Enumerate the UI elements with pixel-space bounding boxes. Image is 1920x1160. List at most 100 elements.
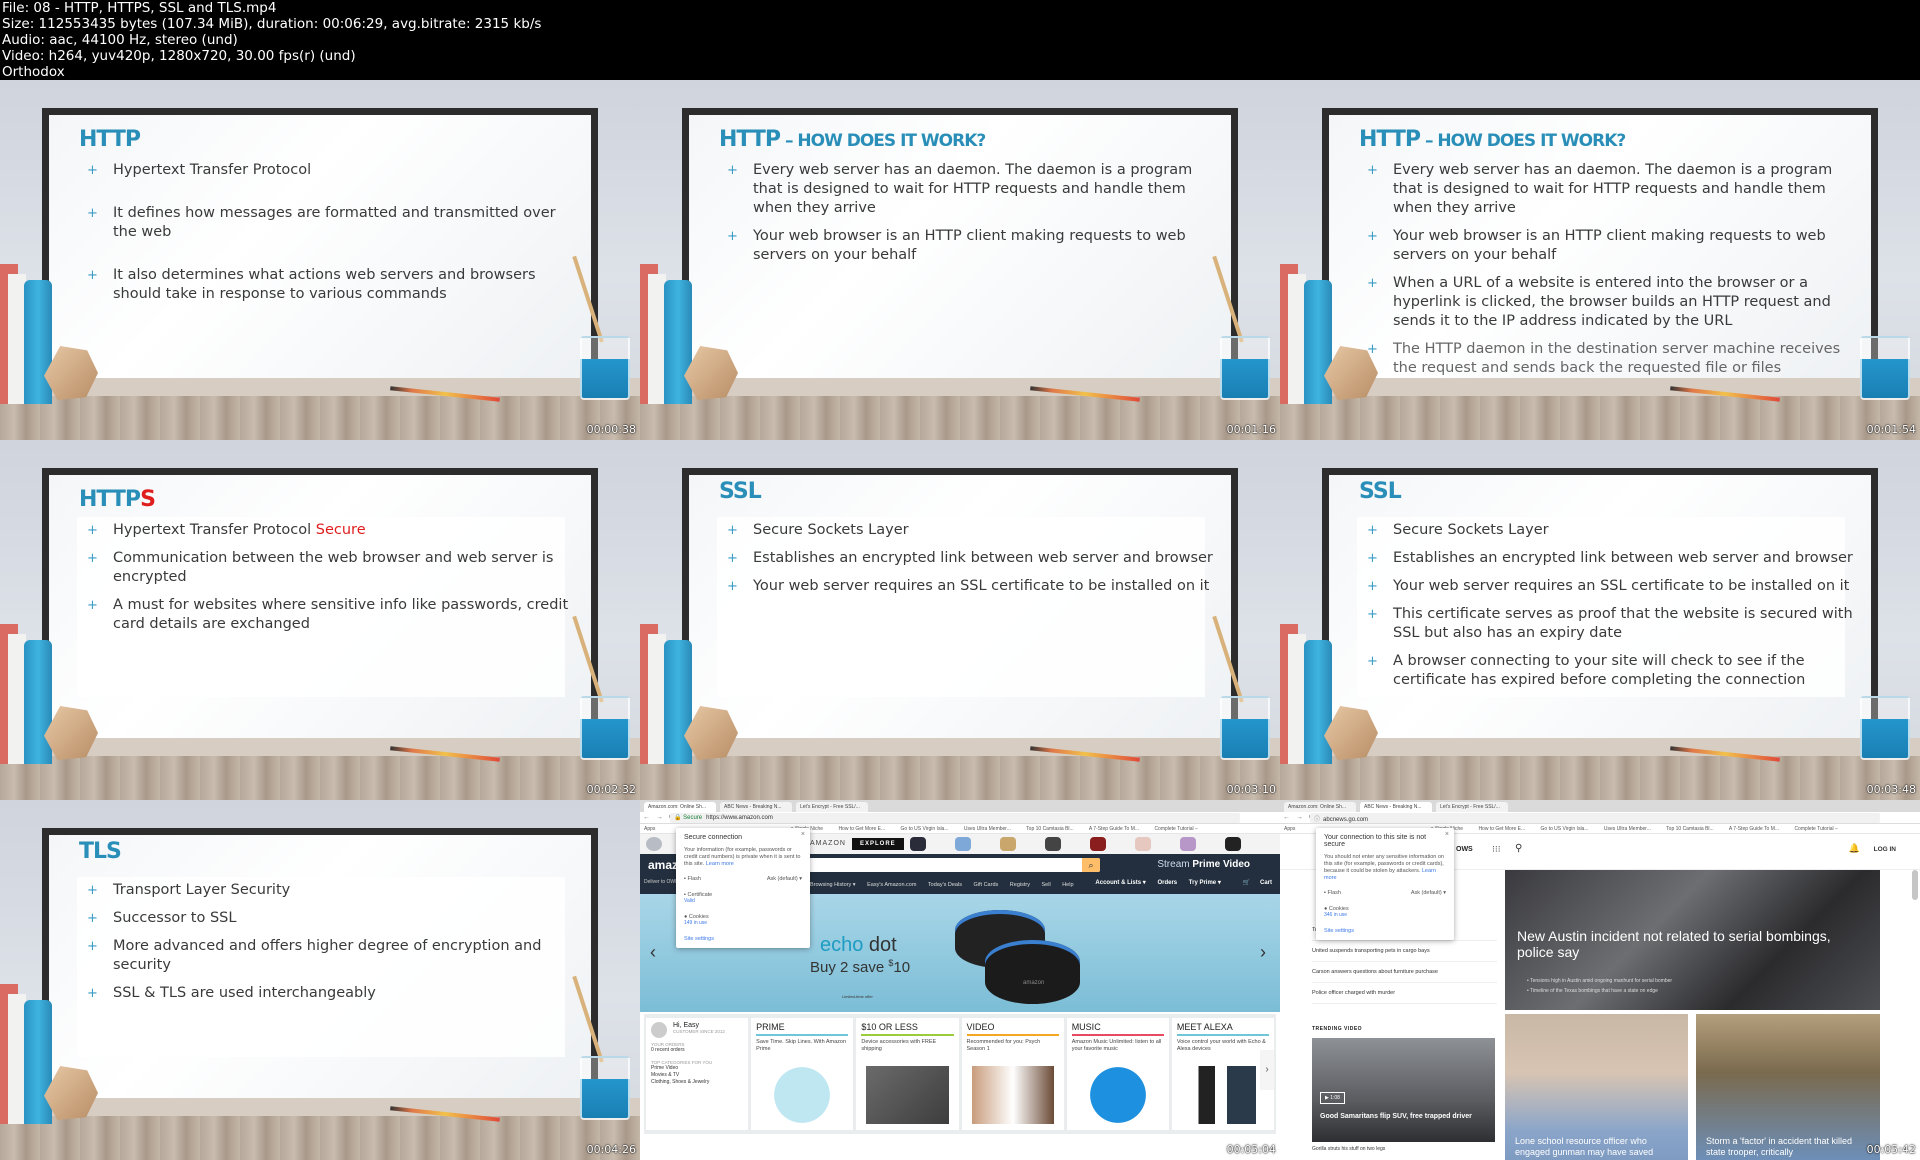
browser-tab[interactable]: ABC News - Breaking N...	[1360, 802, 1432, 812]
card-10-or-less[interactable]: $10 OR LESS Device accessories with FREE…	[856, 1018, 959, 1130]
nav-link[interactable]: Browsing History ▾	[810, 882, 856, 888]
bookmark[interactable]: How to Get More E...	[1478, 826, 1525, 832]
thumbnail-https[interactable]: HTTPS Hypertext Transfer Protocol Secure…	[0, 440, 640, 800]
category-link[interactable]: Clothing, Shoes & Jewelry	[651, 1079, 743, 1086]
next-video-link[interactable]: Gorilla struts his stuff on two legs	[1312, 1146, 1385, 1152]
thumbnail-http[interactable]: HTTP Hypertext Transfer Protocol It defi…	[0, 80, 640, 440]
browser-window: Amazon.com: Online Sh... ABC News - Brea…	[640, 800, 1280, 1160]
story-card[interactable]: Storm a 'factor' in accident that killed…	[1696, 1014, 1880, 1160]
bookmark[interactable]: Top 10 Camtasia Bl...	[1026, 826, 1074, 832]
info-icon[interactable]: ⓘ	[1314, 817, 1320, 823]
nav-link[interactable]: Help	[1062, 882, 1073, 888]
bookmark[interactable]: Apps	[1284, 826, 1295, 832]
slide-title: HTTPS	[79, 487, 156, 512]
bookmark[interactable]: How to Get More E...	[838, 826, 885, 832]
nav-link[interactable]: Today's Deals	[928, 882, 962, 888]
search-icon[interactable]: ⌕	[1082, 858, 1100, 872]
bookmark[interactable]: Complete Tutorial –	[1154, 826, 1197, 832]
orders-value[interactable]: 0 recent orders	[651, 1047, 743, 1054]
close-icon[interactable]: ×	[801, 831, 805, 838]
bookmark[interactable]: Uses Ultra Member...	[1604, 826, 1651, 832]
close-icon[interactable]: ×	[1445, 831, 1449, 838]
chevron-right-icon[interactable]: ›	[1260, 942, 1266, 963]
site-settings-link[interactable]: Site settings	[1324, 928, 1446, 934]
card-music[interactable]: MUSIC Amazon Music Unlimited: listen to …	[1066, 1018, 1169, 1130]
headline-link[interactable]: Carson answers questions about furniture…	[1312, 962, 1497, 983]
bookmark[interactable]: A 7-Step Guide To M...	[1729, 826, 1779, 832]
thumbnail-amazon-browser[interactable]: Amazon.com: Online Sh... ABC News - Brea…	[640, 800, 1280, 1160]
jar-decoration	[580, 1056, 630, 1120]
headline-link[interactable]: Police officer charged with murder	[1312, 983, 1497, 1004]
nav-link[interactable]: Registry	[1010, 882, 1030, 888]
echo-devices-image	[1181, 1066, 1265, 1124]
nav-link[interactable]: Easy's Amazon.com	[867, 882, 916, 888]
bookmark[interactable]: Uses Ultra Member...	[964, 826, 1011, 832]
bookmark[interactable]: Top 10 Camtasia Bl...	[1666, 826, 1714, 832]
thumbnail-http-how-2[interactable]: HTTP – How does it work? Every web serve…	[1280, 80, 1920, 440]
flash-select[interactable]: Ask (default) ▾	[1411, 890, 1446, 896]
card-prime[interactable]: PRIME Save Time. Skip Lines. With Amazon…	[751, 1018, 854, 1130]
nav-link[interactable]: Gift Cards	[974, 882, 999, 888]
browser-tab[interactable]: ABC News - Breaking N...	[720, 802, 792, 812]
notification-bell-icon[interactable]: 🔔	[1849, 843, 1860, 854]
address-bar[interactable]: ⓘ abcnews.go.com	[1310, 813, 1880, 823]
trending-video[interactable]: ▶ 1:08 Good Samaritans flip SUV, free tr…	[1312, 1038, 1495, 1142]
orders-link[interactable]: Orders	[1157, 880, 1177, 886]
thumbnail-http-how-1[interactable]: HTTP – How does it work? Every web serve…	[640, 80, 1280, 440]
headphones-icon	[1076, 1066, 1159, 1124]
browser-tab[interactable]: Let's Encrypt - Free SSL/...	[796, 802, 868, 812]
address-bar[interactable]: 🔒 Secure https://www.amazon.com	[670, 813, 1240, 823]
card-meet-alexa[interactable]: MEET ALEXA Voice control your world with…	[1171, 1018, 1275, 1130]
thumbnail-tls[interactable]: TLS Transport Layer Security Successor t…	[0, 800, 640, 1160]
thumbnail-ssl-2[interactable]: SSL Secure Sockets Layer Establishes an …	[1280, 440, 1920, 800]
cookies-row[interactable]: ● Cookies 346 in use	[1324, 906, 1446, 918]
grid-menu-icon[interactable]: ⁝⁝⁝	[1492, 844, 1501, 855]
prime-video-promo[interactable]: Stream Prime Video	[1157, 859, 1250, 870]
bookmark[interactable]: Complete Tutorial –	[1794, 826, 1837, 832]
site-settings-link[interactable]: Site settings	[684, 936, 802, 942]
thumbnail-ssl-1[interactable]: SSL Secure Sockets Layer Establishes an …	[640, 440, 1280, 800]
browser-tab[interactable]: Amazon.com: Online Sh...	[644, 802, 716, 812]
category-link[interactable]: Prime Video	[651, 1065, 743, 1072]
cart-link[interactable]: 🛒 Cart	[1233, 880, 1273, 886]
whiteboard: HTTP – How does it work? Every web serve…	[682, 108, 1238, 388]
hero-bullet[interactable]: • Tensions high in Austin amid ongoing m…	[1527, 978, 1672, 984]
ad-product-image	[646, 837, 662, 851]
headline-link[interactable]: United suspends transporting pets in car…	[1312, 941, 1497, 962]
thumbnail-abc-browser[interactable]: Amazon.com: Online Sh... ABC News - Brea…	[1280, 800, 1920, 1160]
category-link[interactable]: Movies & TV	[651, 1072, 743, 1079]
bullet: SSL & TLS are used interchangeably	[85, 984, 577, 1003]
bookmark[interactable]: Go to US Virgin Isla...	[901, 826, 949, 832]
login-button[interactable]: LOG IN	[1874, 846, 1896, 853]
nav-link[interactable]: OWS	[1456, 846, 1473, 853]
learn-more-link[interactable]: Learn more	[706, 861, 734, 867]
flash-select[interactable]: Ask (default) ▾	[767, 876, 802, 882]
browser-tab[interactable]: Let's Encrypt - Free SSL/...	[1436, 802, 1508, 812]
account-lists-link[interactable]: Account & Lists ▾	[1095, 880, 1145, 886]
chevron-left-icon[interactable]: ‹	[650, 942, 656, 963]
jar-decoration	[1860, 336, 1910, 400]
scrollbar[interactable]	[1912, 870, 1918, 900]
browser-tab[interactable]: Amazon.com: Online Sh...	[1284, 802, 1356, 812]
slide-title: TLS	[79, 839, 122, 864]
bookmark[interactable]: Go to US Virgin Isla...	[1541, 826, 1589, 832]
bookmark[interactable]: Apps	[644, 826, 655, 832]
cookies-row[interactable]: ● Cookies 149 in use	[684, 914, 802, 926]
chevron-right-icon[interactable]: ›	[1260, 1050, 1274, 1090]
bullet: Hypertext Transfer Protocol	[85, 161, 577, 180]
flash-label: ▪ Flash	[1324, 890, 1341, 896]
explore-button[interactable]: EXPLORE	[852, 838, 904, 850]
bullet: Your web server requires an SSL certific…	[725, 577, 1217, 596]
story-card[interactable]: Lone school resource officer who engaged…	[1505, 1014, 1688, 1160]
certificate-row[interactable]: ▪ Certificate Valid	[684, 892, 802, 904]
timestamp: 00:05:42	[1866, 1143, 1916, 1156]
search-icon[interactable]: ⚲	[1515, 843, 1522, 854]
timestamp: 00:00:38	[586, 423, 636, 436]
bullet: Secure Sockets Layer	[1365, 521, 1857, 540]
hero-story[interactable]: New Austin incident not related to seria…	[1505, 870, 1880, 1010]
nav-link[interactable]: Sell	[1042, 882, 1051, 888]
hero-bullet[interactable]: • Timeline of the Texas bombings that ha…	[1527, 988, 1658, 994]
bookmark[interactable]: A 7-Step Guide To M...	[1089, 826, 1139, 832]
try-prime-link[interactable]: Try Prime ▾	[1189, 880, 1221, 886]
card-video[interactable]: VIDEO Recommended for you: Psych Season …	[961, 1018, 1064, 1130]
